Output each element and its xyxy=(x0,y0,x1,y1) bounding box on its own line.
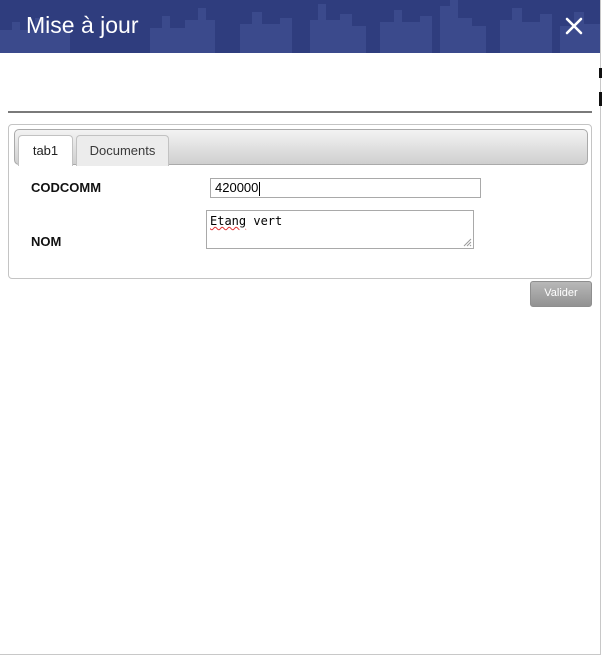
close-icon xyxy=(565,17,583,35)
valider-button[interactable]: Valider xyxy=(530,281,592,307)
title-bar: Mise à jour xyxy=(0,0,600,53)
tab-panel: tab1 Documents CODCOMM 420000 NOM Etang … xyxy=(8,124,592,279)
tab-tab1[interactable]: tab1 xyxy=(18,135,73,166)
update-dialog: Mise à jour tab1 Documents CODCOMM 42000… xyxy=(0,0,601,655)
nom-value-word2: vert xyxy=(246,214,283,228)
resize-grip-icon[interactable] xyxy=(463,238,472,247)
codcomm-value: 420000 xyxy=(215,180,259,195)
codcomm-label: CODCOMM xyxy=(31,180,102,195)
tab-bar: tab1 Documents xyxy=(14,129,588,166)
dialog-title: Mise à jour xyxy=(26,12,139,38)
text-caret xyxy=(259,181,261,196)
codcomm-input[interactable]: 420000 xyxy=(210,178,481,198)
nom-value-word1: Etang xyxy=(210,214,247,228)
nom-textarea[interactable]: Etang vert xyxy=(206,210,474,249)
nom-label: NOM xyxy=(31,234,62,249)
tab-documents[interactable]: Documents xyxy=(76,135,169,166)
close-button[interactable] xyxy=(562,14,586,38)
header-separator xyxy=(8,111,592,113)
